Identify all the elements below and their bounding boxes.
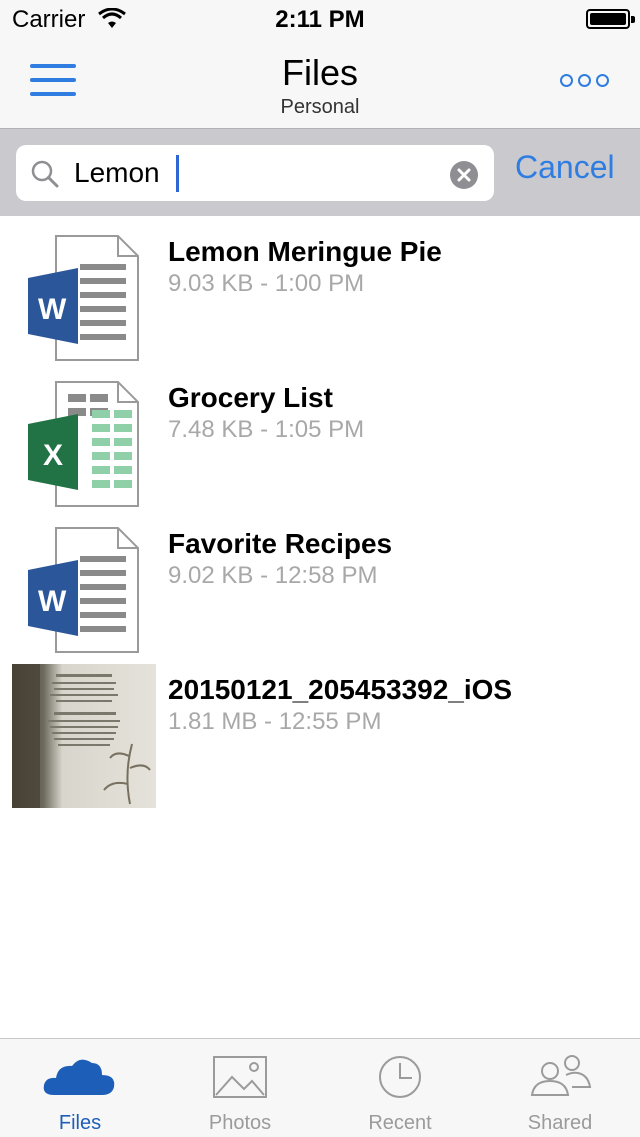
search-icon [31,160,59,188]
svg-text:W: W [38,293,67,326]
cloud-icon [43,1059,115,1095]
file-row[interactable]: W Favorite Recipes 9.02 KB - 12:58 PM [0,508,640,654]
file-meta: 9.02 KB - 12:58 PM [168,562,378,589]
file-name: Favorite Recipes [168,528,393,559]
page-subtitle: Personal [280,96,360,118]
search-field[interactable] [16,145,494,201]
excel-doc-icon: X [28,381,139,507]
battery-icon [586,9,635,29]
word-doc-icon: W [28,235,139,361]
file-name: Lemon Meringue Pie [168,236,442,267]
tab-shared[interactable]: Shared [480,1039,640,1137]
tab-photos[interactable]: Photos [160,1039,320,1137]
clock-icon [379,1056,421,1098]
text-cursor [176,155,179,192]
more-options-button[interactable] [560,72,610,92]
file-list: W Lemon Meringue Pie 9.03 KB - 1:00 PM X [0,216,640,808]
cancel-button[interactable]: Cancel [515,149,615,186]
tab-files[interactable]: Files [0,1039,160,1137]
tab-label: Files [58,1112,102,1134]
svg-text:X: X [43,439,63,472]
file-meta: 7.48 KB - 1:05 PM [168,416,365,443]
tab-label: Shared [527,1112,593,1134]
tab-label: Recent [368,1112,432,1134]
file-row[interactable]: 20150121_205453392_iOS 1.81 MB - 12:55 P… [0,654,640,808]
tab-bar: Files Photos Recent Shared [0,1038,640,1137]
status-time: 2:11 PM [275,6,365,33]
file-row[interactable]: W Lemon Meringue Pie 9.03 KB - 1:00 PM [0,216,640,362]
search-input[interactable] [74,155,434,191]
tab-recent[interactable]: Recent [320,1039,480,1137]
tab-label: Photos [208,1112,272,1134]
close-icon [457,168,471,182]
file-name: 20150121_205453392_iOS [168,674,513,705]
search-bar: Cancel [0,128,640,216]
svg-text:W: W [38,585,67,618]
file-row[interactable]: X Grocery List 7.48 KB - 1:05 PM [0,362,640,508]
people-icon [530,1055,592,1096]
file-meta: 9.03 KB - 1:00 PM [168,270,365,297]
clear-search-button[interactable] [450,161,478,189]
file-meta: 1.81 MB - 12:55 PM [168,708,382,735]
status-bar: Carrier 2:11 PM [0,0,640,40]
photo-icon [213,1056,267,1098]
word-doc-icon: W [28,527,139,653]
page-title: Files [281,52,358,93]
file-name: Grocery List [168,382,333,413]
photo-thumbnail [12,664,156,808]
navigation-bar: Files Personal [0,40,640,128]
